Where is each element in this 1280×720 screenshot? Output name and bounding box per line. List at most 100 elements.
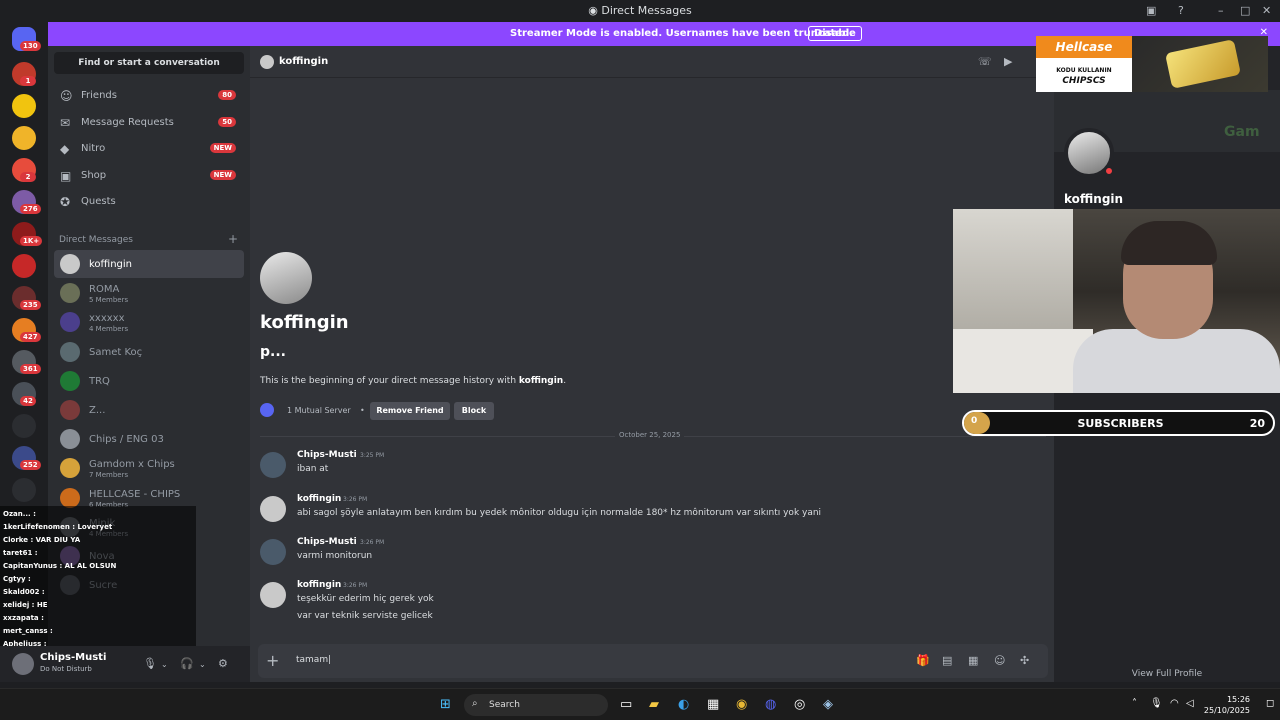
microphone-icon[interactable]: 🎙: [143, 657, 157, 670]
dm-name: koffingin: [89, 259, 133, 270]
windows-start-icon[interactable]: ⊞: [440, 697, 451, 712]
server-icon[interactable]: [12, 254, 36, 278]
folder-icon[interactable]: [12, 478, 36, 502]
nav-item-quests[interactable]: ✪ Quests: [54, 190, 244, 214]
emoji-icon[interactable]: ☺: [994, 654, 1005, 667]
server-icon[interactable]: [12, 94, 36, 118]
nav-item-nitro[interactable]: ◆ Nitro NEW: [54, 137, 244, 161]
dm-item[interactable]: TRQ: [54, 367, 244, 395]
date-divider: October 25, 2025: [260, 431, 1046, 439]
nitro-icon: ◆: [60, 142, 70, 157]
dm-item[interactable]: Gamdom x Chips 7 Members: [54, 454, 244, 482]
help-icon[interactable]: ?: [1178, 4, 1184, 17]
call-icon[interactable]: ☏: [978, 55, 992, 68]
chrome-icon[interactable]: ◉: [736, 697, 747, 712]
avatar: [60, 370, 80, 391]
gift-icon[interactable]: 🎁: [916, 654, 930, 667]
dm-item[interactable]: ROMA 5 Members: [54, 279, 244, 307]
close-window-icon[interactable]: ✕: [1262, 4, 1271, 17]
avatar[interactable]: [260, 496, 286, 522]
mail-icon: ✉: [60, 115, 71, 130]
stream-chat-line: Clorke : VAR DIU YA: [3, 536, 81, 544]
dm-item[interactable]: xxxxxx 4 Members: [54, 308, 244, 336]
edge-icon[interactable]: ◐: [678, 697, 689, 712]
home-badge: 130: [20, 41, 41, 51]
view-full-profile-link[interactable]: View Full Profile: [1054, 669, 1280, 679]
wifi-icon[interactable]: ◠: [1170, 698, 1179, 709]
volume-icon[interactable]: ◁: [1186, 698, 1194, 709]
server-badge: 1: [20, 76, 36, 86]
server-icon[interactable]: [12, 414, 36, 438]
find-conversation-button[interactable]: Find or start a conversation: [54, 52, 244, 74]
store-icon[interactable]: ▦: [707, 697, 719, 712]
obs-icon[interactable]: ◎: [794, 697, 805, 712]
dm-item[interactable]: koffingin: [54, 250, 244, 278]
stream-chat-line: Ozan... :: [3, 510, 36, 518]
avatar: [60, 429, 80, 450]
task-view-icon[interactable]: ▭: [620, 697, 632, 712]
subscribers-goal: 20: [1249, 417, 1265, 430]
chevron-down-icon[interactable]: ⌄: [199, 660, 206, 669]
server-badge: 252: [20, 460, 41, 470]
avatar[interactable]: [260, 452, 286, 478]
nav-item-message-requests[interactable]: ✉ Message Requests 50: [54, 111, 244, 135]
headphones-icon[interactable]: 🎧: [180, 657, 194, 670]
sponsor-line-1: KODU KULLANIN: [1056, 67, 1112, 74]
inbox-icon[interactable]: ▣: [1146, 4, 1156, 17]
message-author[interactable]: Chips-Musti: [297, 450, 357, 460]
create-dm-icon[interactable]: +: [228, 232, 238, 246]
server-icon[interactable]: [12, 126, 36, 150]
maximize-icon[interactable]: □: [1240, 4, 1250, 17]
block-button[interactable]: Block: [454, 402, 494, 420]
message-author[interactable]: koffingin: [297, 580, 341, 590]
clock[interactable]: 15:26 25/10/2025: [1204, 694, 1250, 716]
sticker-icon[interactable]: ▦: [968, 654, 978, 667]
avatar[interactable]: [12, 653, 34, 675]
message-input[interactable]: tamam: [296, 655, 331, 665]
message-composer: + tamam 🎁 ▤ ▦ ☺ ✣: [258, 644, 1048, 678]
nav-item-friends[interactable]: ☺ Friends 80: [54, 84, 244, 108]
message-text: var var teknik serviste gelicek: [297, 611, 433, 621]
remove-friend-button[interactable]: Remove Friend: [370, 402, 450, 420]
steam-icon[interactable]: ◈: [823, 697, 833, 712]
intro-text: This is the beginning of your direct mes…: [260, 376, 567, 386]
avatar[interactable]: [260, 582, 286, 608]
sponsor-logo: Hellcase: [1036, 36, 1132, 58]
sponsor-artwork: [1132, 36, 1268, 92]
subscribers-goal-bar: 0 SUBSCRIBERS 20: [962, 410, 1275, 436]
dm-item[interactable]: Chips / ENG 03: [54, 425, 244, 453]
chevron-up-icon[interactable]: ˄: [1132, 698, 1137, 709]
chevron-down-icon[interactable]: ⌄: [161, 660, 168, 669]
nav-label: Nitro: [81, 143, 106, 155]
gear-icon[interactable]: ⚙: [218, 657, 228, 670]
new-badge: NEW: [209, 169, 236, 180]
server-badge: 42: [20, 396, 36, 406]
microphone-tray-icon[interactable]: 🎙: [1150, 698, 1163, 709]
stream-chat-line: xelidej : HE: [3, 601, 48, 609]
stream-chat-line: mert_canss :: [3, 627, 53, 635]
dm-item[interactable]: Samet Koç: [54, 338, 244, 366]
video-icon[interactable]: ▶: [1004, 55, 1012, 68]
dm-item[interactable]: Z...: [54, 396, 244, 424]
webcam-overlay: [953, 209, 1280, 393]
disable-button[interactable]: Disable: [808, 26, 862, 41]
avatar: [260, 252, 312, 304]
discord-taskbar-icon[interactable]: ◍: [765, 697, 776, 712]
file-explorer-icon[interactable]: ▰: [649, 697, 659, 712]
add-attachment-icon[interactable]: +: [266, 651, 279, 670]
message-author[interactable]: Chips-Musti: [297, 537, 357, 547]
avatar: [60, 400, 80, 420]
avatar: [60, 283, 80, 304]
notifications-icon[interactable]: ◻: [1266, 698, 1274, 709]
gif-icon[interactable]: ▤: [942, 654, 952, 667]
message-time: 3:26 PM: [343, 582, 368, 589]
nav-item-shop[interactable]: ▣ Shop NEW: [54, 164, 244, 188]
user-status: Do Not Disturb: [40, 665, 92, 673]
minimize-icon[interactable]: –: [1218, 4, 1224, 17]
message-author[interactable]: koffingin: [297, 494, 341, 504]
apps-icon[interactable]: ✣: [1020, 654, 1029, 667]
avatar[interactable]: [260, 539, 286, 565]
count-badge: 50: [218, 116, 236, 127]
quests-icon: ✪: [60, 195, 71, 210]
taskbar-search[interactable]: ⌕ Search: [464, 694, 608, 716]
